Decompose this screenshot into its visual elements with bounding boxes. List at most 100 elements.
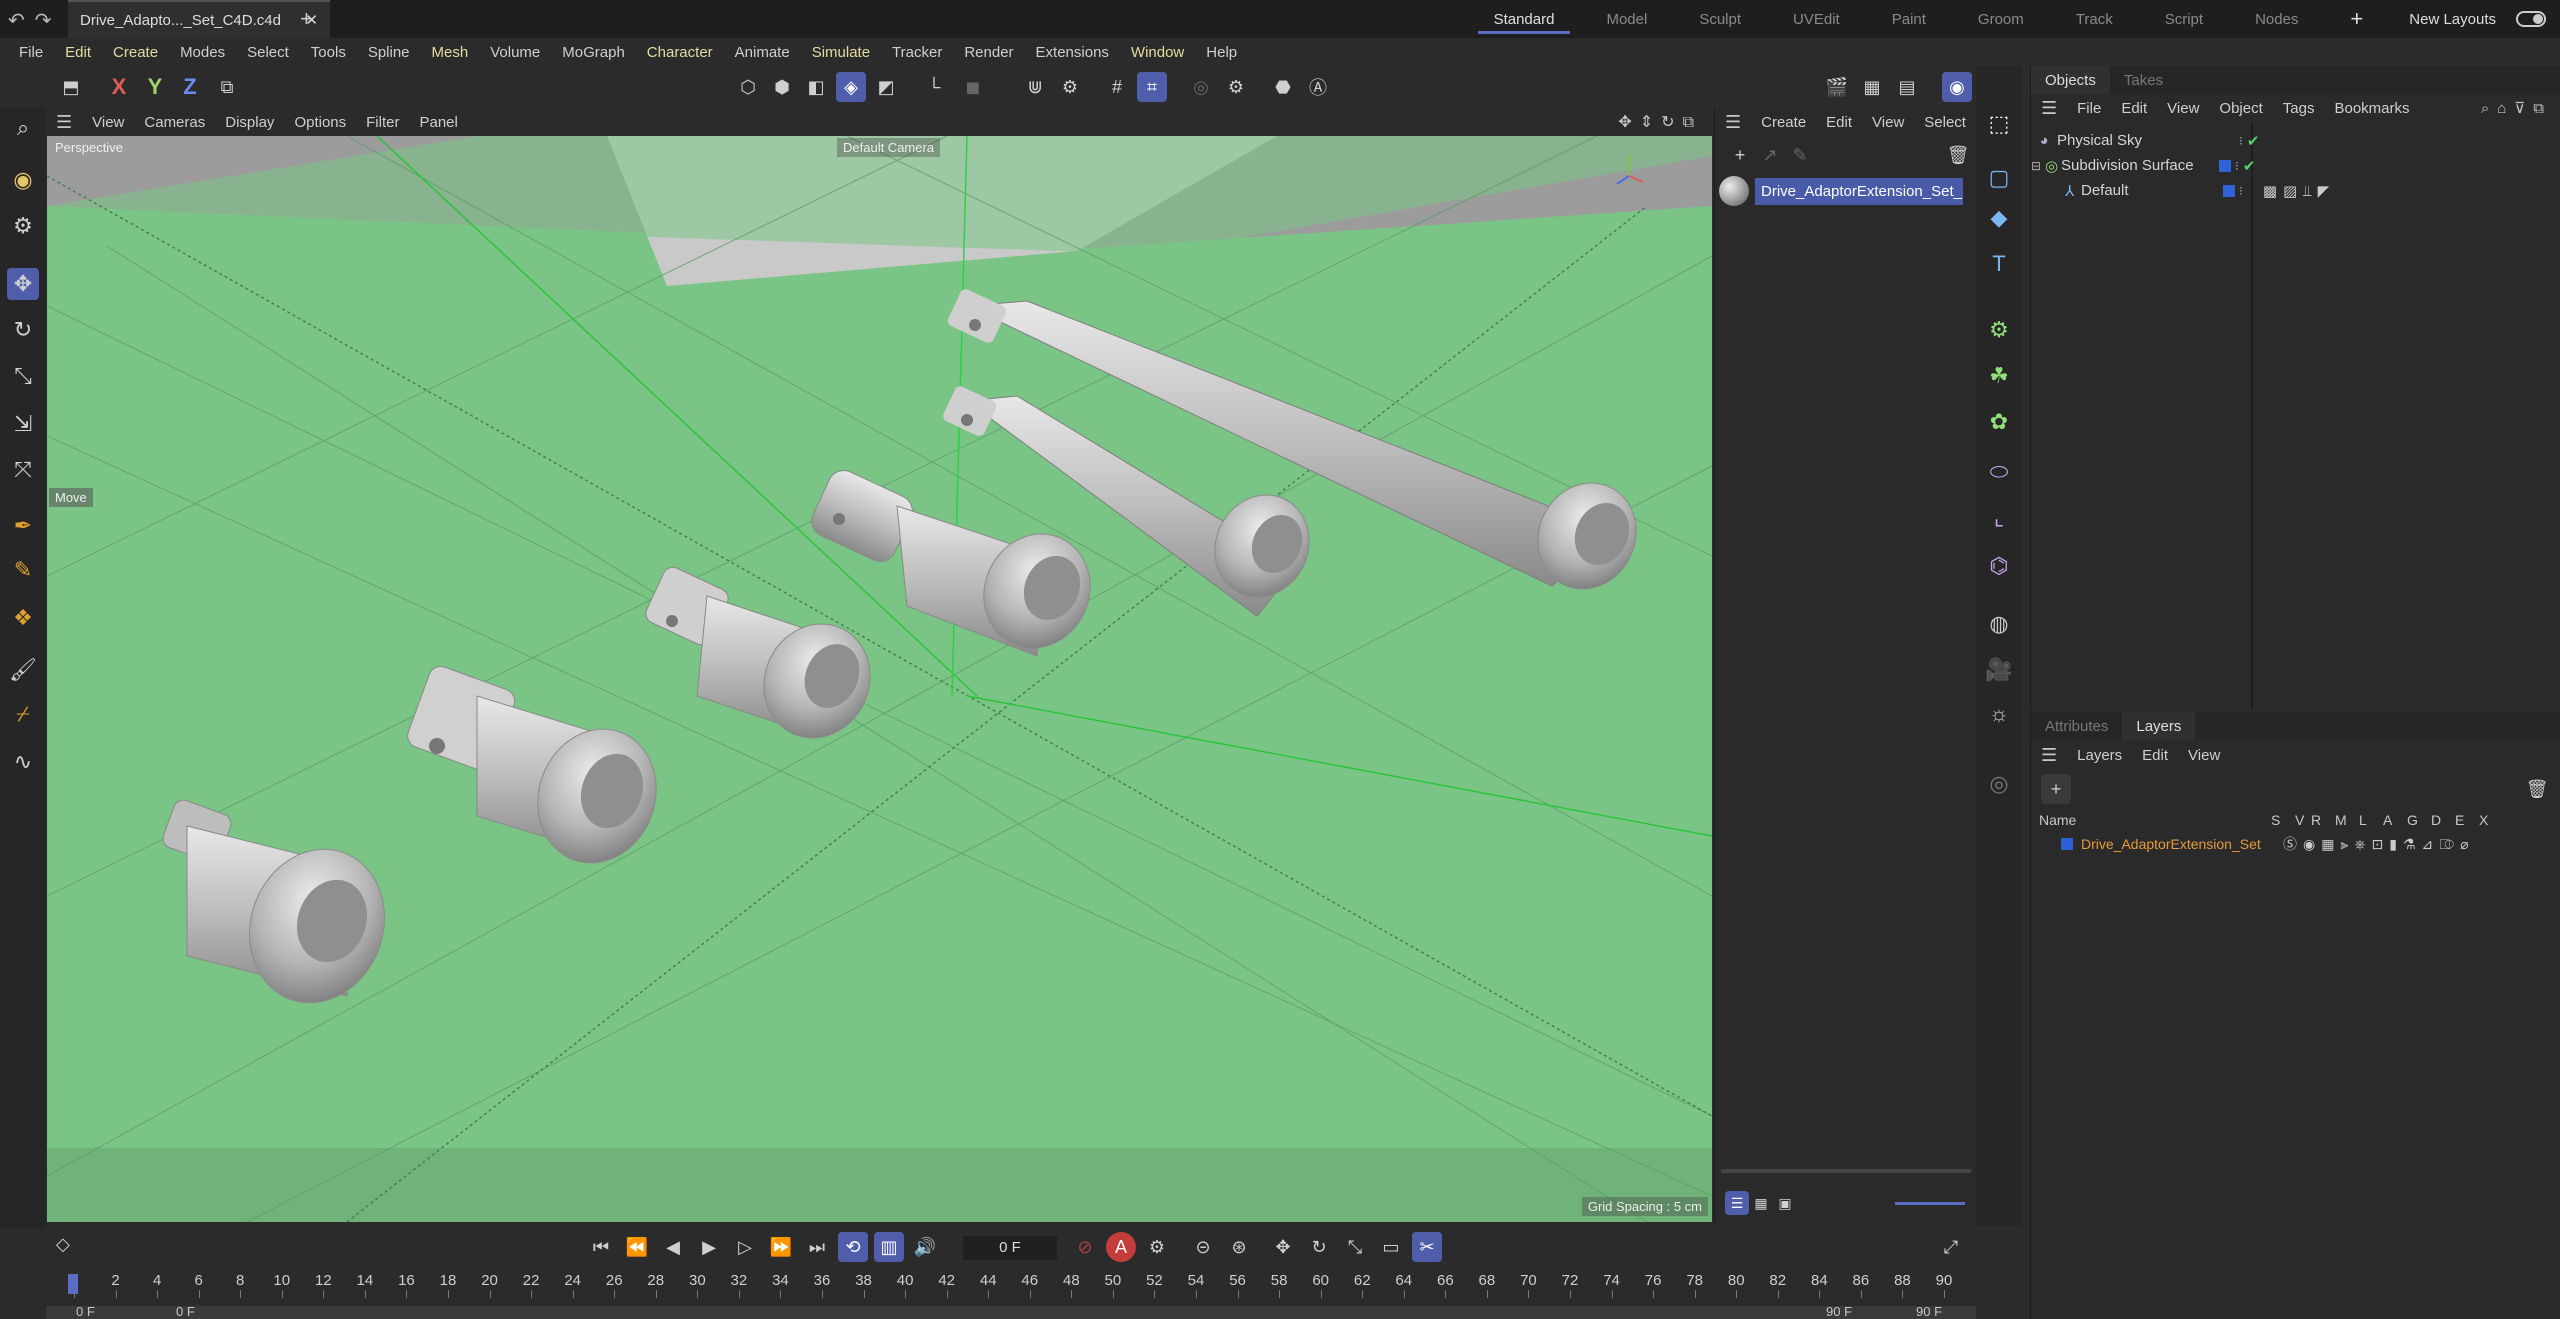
menu-volume[interactable]: Volume — [479, 44, 551, 61]
menu-simulate[interactable]: Simulate — [801, 44, 881, 61]
menu-tools[interactable]: Tools — [300, 44, 357, 61]
model-mode-icon[interactable]: ◈ — [836, 72, 866, 102]
field-icon[interactable]: ⬭ — [1983, 456, 2015, 488]
layout-tab-script[interactable]: Script — [2139, 0, 2229, 38]
record-scale-icon[interactable]: ⤡ — [1340, 1232, 1370, 1262]
list-view-icon[interactable]: ☰ — [1725, 1191, 1749, 1215]
material-menu-edit[interactable]: Edit — [1816, 114, 1862, 131]
grid-view-icon[interactable]: ▦ — [1749, 1191, 1773, 1215]
tab-attributes[interactable]: Attributes — [2031, 712, 2122, 740]
primitive-cube-icon[interactable]: ◆ — [1983, 202, 2015, 234]
record-rotation-icon[interactable]: ↻ — [1304, 1232, 1334, 1262]
layout-tab-paint[interactable]: Paint — [1866, 0, 1952, 38]
viewport-menu-cameras[interactable]: Cameras — [134, 114, 215, 131]
axis-mode-icon[interactable]: └ — [919, 72, 949, 102]
menu-file[interactable]: File — [8, 44, 54, 61]
delete-layer-icon[interactable]: 🗑 — [2522, 774, 2552, 804]
menu-mograph[interactable]: MoGraph — [551, 44, 636, 61]
menu-window[interactable]: Window — [1120, 44, 1195, 61]
select-tools-icon[interactable]: ⚙ — [7, 210, 39, 242]
viewport-hamburger-icon[interactable]: ☰ — [46, 112, 82, 133]
menu-animate[interactable]: Animate — [724, 44, 801, 61]
new-tab-button[interactable]: + — [300, 6, 313, 32]
document-tab[interactable]: Drive_Adapto..._Set_C4D.c4d ✕ — [68, 0, 330, 38]
objects-menu-file[interactable]: File — [2067, 100, 2111, 117]
viewport-menu-view[interactable]: View — [82, 114, 134, 131]
go-to-end-icon[interactable]: ⏭ — [802, 1232, 832, 1262]
range-start-b[interactable]: 0 F — [176, 1304, 195, 1319]
new-layouts-button[interactable]: New Layouts — [2389, 11, 2516, 28]
transfer-tool-icon[interactable]: ⇲ — [7, 408, 39, 440]
next-frame-icon[interactable]: ▷ — [730, 1232, 760, 1262]
y-axis-lock[interactable]: Y — [140, 72, 170, 102]
menu-spline[interactable]: Spline — [357, 44, 421, 61]
menu-edit[interactable]: Edit — [54, 44, 102, 61]
points-mode-icon[interactable]: ⬡ — [733, 72, 763, 102]
menu-create[interactable]: Create — [102, 44, 169, 61]
apply-material-icon[interactable]: ↗ — [1755, 140, 1785, 170]
collapse-icon[interactable]: ⊟ — [2031, 159, 2045, 173]
object-row-default[interactable]: ⅄ Default ⁝ ▩▨⫫◤ — [2031, 178, 2560, 203]
environment-icon[interactable]: ◍ — [1983, 608, 2015, 640]
text-object-icon[interactable]: T — [1983, 248, 2015, 280]
material-item[interactable]: Drive_AdaptorExtension_Set_Mtl — [1719, 176, 1963, 206]
tab-takes[interactable]: Takes — [2110, 66, 2177, 94]
object-mode-icon[interactable]: ⬣ — [1268, 72, 1298, 102]
generator-icon[interactable]: ⚙ — [1983, 314, 2015, 346]
spline-pen-icon[interactable]: ✒ — [7, 510, 39, 542]
current-frame-field[interactable]: 0 F — [963, 1236, 1057, 1260]
auto-mode-icon[interactable]: Ⓐ — [1303, 72, 1333, 102]
camera-name-label[interactable]: Default Camera — [837, 138, 941, 157]
layers-menu-edit[interactable]: Edit — [2132, 747, 2178, 764]
key-lock-icon[interactable]: ⊝ — [1188, 1232, 1218, 1262]
menu-character[interactable]: Character — [636, 44, 724, 61]
layer-name[interactable]: Drive_AdaptorExtension_Set — [2081, 836, 2283, 852]
move-tool-icon[interactable]: ✥ — [7, 268, 39, 300]
layout-tab-model[interactable]: Model — [1580, 0, 1673, 38]
layout-tab-uvedit[interactable]: UVEdit — [1767, 0, 1866, 38]
layer-color-swatch[interactable] — [2219, 159, 2231, 172]
snap-transform-icon[interactable]: ⤧ — [7, 454, 39, 486]
material-menu-select[interactable]: Select — [1914, 114, 1976, 131]
polygon-pen-icon[interactable]: ❖ — [7, 602, 39, 634]
render-lock-icon[interactable]: ◎ — [1186, 72, 1216, 102]
visibility-dots-icon[interactable]: ⁝ — [2235, 159, 2239, 173]
layout-tab-track[interactable]: Track — [2050, 0, 2139, 38]
pick-material-icon[interactable]: ✎ — [1785, 140, 1815, 170]
range-start-a[interactable]: 0 F — [76, 1304, 95, 1319]
deformer-icon[interactable]: ✿ — [1983, 406, 2015, 438]
enabled-check-icon[interactable]: ✔ — [2247, 132, 2260, 150]
extrude-tool-icon[interactable]: ∿ — [7, 746, 39, 778]
interactive-render-icon[interactable]: ◉ — [1942, 72, 1972, 102]
objects-menu-edit[interactable]: Edit — [2111, 100, 2157, 117]
object-row-subdivision-surface[interactable]: ⊟ ◎ Subdivision Surface ⁝ ✔ — [2031, 153, 2560, 178]
selection-object-icon[interactable]: ⬚ — [1983, 108, 2015, 140]
camera-object-icon[interactable]: 🎥 — [1983, 654, 2015, 686]
viewport-menu-options[interactable]: Options — [284, 114, 356, 131]
layer-color-swatch[interactable] — [2223, 184, 2235, 197]
keyframe-diamond-icon[interactable]: ◇ — [56, 1234, 70, 1255]
menu-extensions[interactable]: Extensions — [1025, 44, 1120, 61]
range-end-b[interactable]: 90 F — [1916, 1304, 1942, 1319]
auto-key-icon[interactable]: A — [1106, 1232, 1136, 1262]
objects-hamburger-icon[interactable]: ☰ — [2031, 98, 2067, 119]
range-slider[interactable] — [46, 1306, 1976, 1319]
key-settings-icon[interactable]: ⚙ — [1142, 1232, 1172, 1262]
layers-menu-view[interactable]: View — [2178, 747, 2230, 764]
record-position-icon[interactable]: ✥ — [1268, 1232, 1298, 1262]
object-tags-icons[interactable]: ▩▨⫫◤ — [2263, 182, 2335, 200]
viewport-navigation-icons[interactable]: ✥⇕↻⧉ — [1618, 112, 1712, 132]
select-live-icon[interactable]: ◉ — [7, 164, 39, 196]
edges-mode-icon[interactable]: ⬢ — [767, 72, 797, 102]
menu-tracker[interactable]: Tracker — [881, 44, 953, 61]
effector-icon[interactable]: ⌬ — [1983, 550, 2015, 582]
uv-mode-icon[interactable]: ◩ — [871, 72, 901, 102]
snap-magnet-icon[interactable]: ⋓ — [1020, 72, 1050, 102]
scene-tools-icon[interactable]: ◎ — [1983, 768, 2015, 800]
layout-tab-groom[interactable]: Groom — [1952, 0, 2050, 38]
scale-tool-icon[interactable]: ⤡ — [7, 360, 39, 392]
search-icon[interactable]: ⌕ — [7, 112, 39, 144]
add-material-icon[interactable]: + — [1725, 140, 1755, 170]
add-layer-icon[interactable]: + — [2041, 774, 2071, 804]
enabled-check-icon[interactable]: ✔ — [2243, 157, 2256, 175]
